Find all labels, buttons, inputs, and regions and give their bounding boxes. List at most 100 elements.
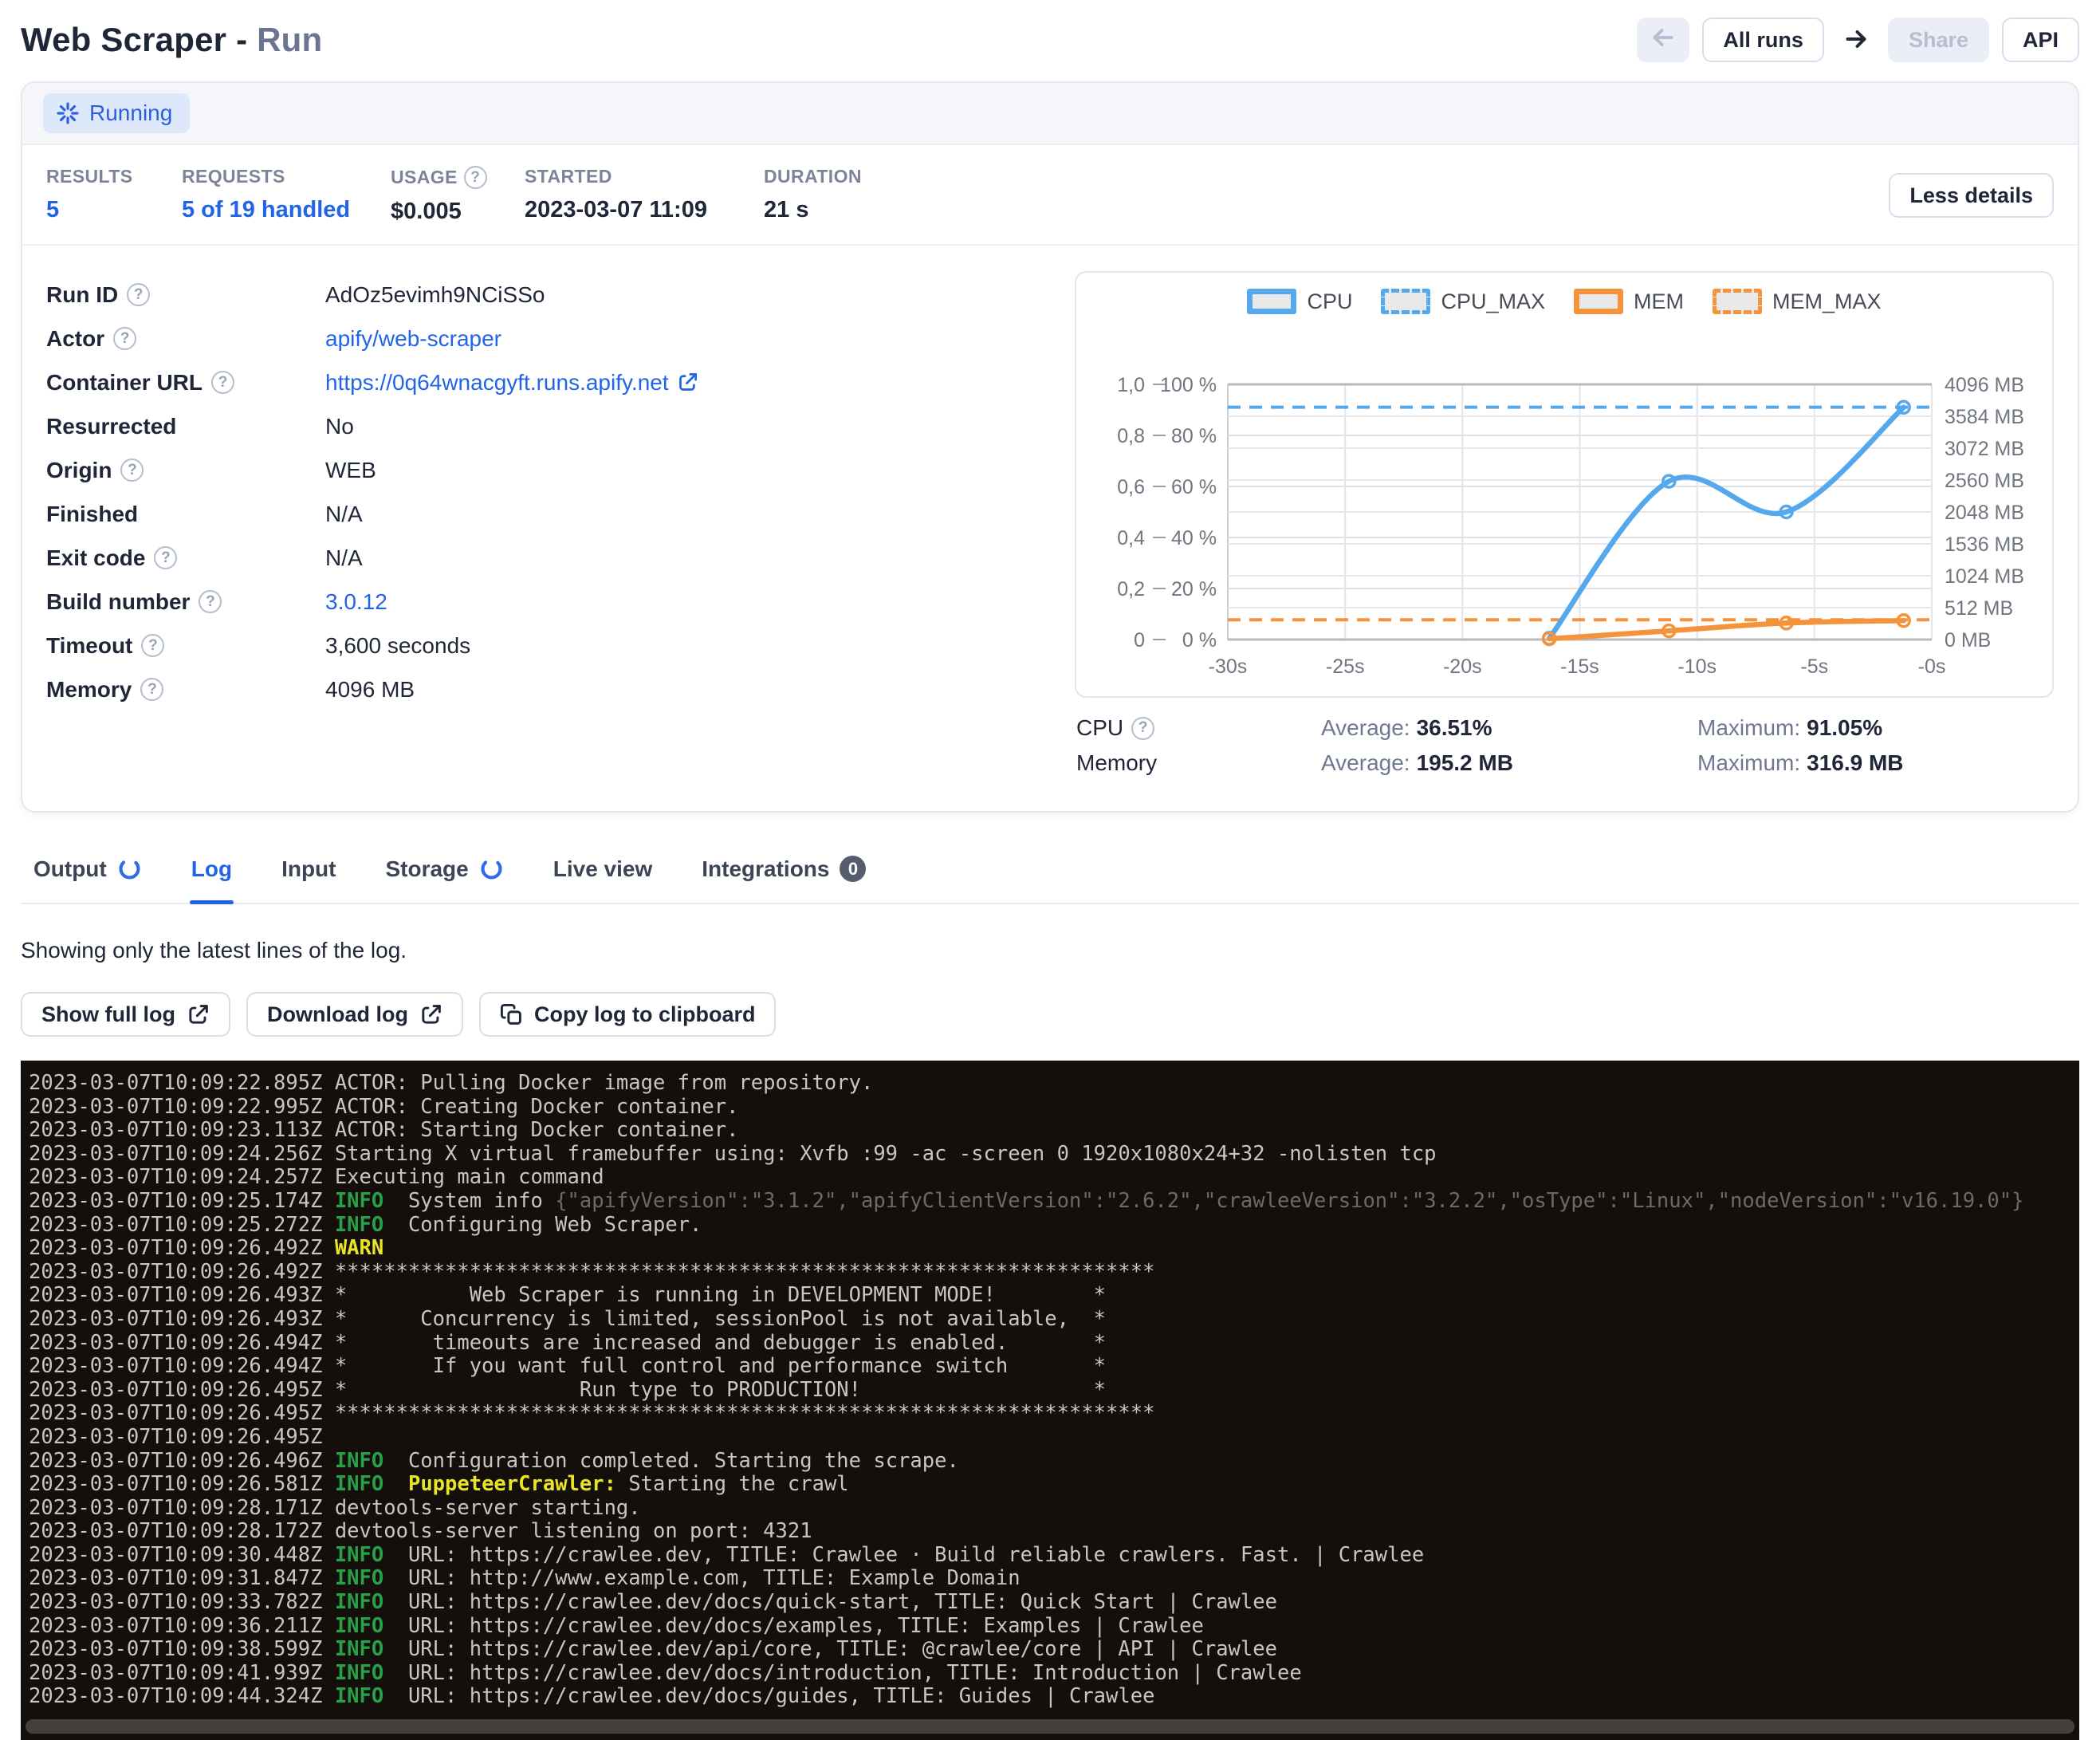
log-segment-plain xyxy=(322,1661,334,1685)
all-runs-button[interactable]: All runs xyxy=(1702,18,1824,62)
svg-text:-30s: -30s xyxy=(1209,655,1248,678)
run-detail-page: Web Scraper - Run All runs Share API Run… xyxy=(0,0,2100,1740)
spinner-icon xyxy=(117,856,142,881)
detail-value[interactable]: 3.0.12 xyxy=(325,589,387,615)
tab-label: Storage xyxy=(385,856,468,882)
log-timestamp: 2023-03-07T10:09:26.494Z xyxy=(29,1354,322,1378)
log-timestamp: 2023-03-07T10:09:28.171Z xyxy=(29,1496,322,1520)
log-line: 2023-03-07T10:09:26.494Z * timeouts are … xyxy=(29,1332,2071,1356)
detail-value-text: apify/web-scraper xyxy=(325,326,501,352)
log-timestamp: 2023-03-07T10:09:28.172Z xyxy=(29,1519,322,1543)
tab-log[interactable]: Log xyxy=(190,848,234,903)
help-icon[interactable] xyxy=(113,327,136,350)
stat-label-text: USAGE xyxy=(391,167,458,188)
legend-label: MEM xyxy=(1634,289,1684,314)
log-line: 2023-03-07T10:09:31.847Z INFO URL: http:… xyxy=(29,1567,2071,1591)
cpu-maximum: Maximum: 91.05% xyxy=(1697,715,1882,741)
detail-value-text: No xyxy=(325,414,354,439)
less-details-button[interactable]: Less details xyxy=(1889,173,2054,218)
arrow-left-icon xyxy=(1649,23,1677,57)
log-segment-plain: Starting the crawl xyxy=(616,1472,849,1496)
memory-maximum: Maximum:316.9 MB xyxy=(1697,750,1904,776)
help-icon[interactable] xyxy=(464,166,487,189)
detail-label: Memory xyxy=(46,677,325,703)
log-timestamp: 2023-03-07T10:09:26.496Z xyxy=(29,1449,322,1473)
log-line: 2023-03-07T10:09:24.257Z Executing main … xyxy=(29,1166,2071,1190)
log-segment-info: INFO xyxy=(335,1590,383,1614)
metrics-column: CPUCPU_MAXMEMMEM_MAX 1,00,80,60,40,20100… xyxy=(1075,258,2054,776)
help-icon[interactable] xyxy=(199,590,222,613)
log-line: 2023-03-07T10:09:26.495Z xyxy=(29,1426,2071,1450)
next-run-button[interactable] xyxy=(1837,25,1875,56)
log-timestamp: 2023-03-07T10:09:24.256Z xyxy=(29,1142,322,1166)
copy-log-to-clipboard-button[interactable]: Copy log to clipboard xyxy=(479,992,777,1037)
stat-value[interactable]: 5 xyxy=(46,197,182,223)
detail-row-timeout: Timeout3,600 seconds xyxy=(46,624,1075,667)
log-segment-plain: ACTOR: Starting Docker container. xyxy=(322,1118,738,1142)
help-icon[interactable] xyxy=(127,283,150,306)
detail-row-exit-code: Exit codeN/A xyxy=(46,536,1075,580)
detail-value: N/A xyxy=(325,545,363,571)
tab-label: Live view xyxy=(553,856,653,882)
detail-value[interactable]: https://0q64wnacgyft.runs.apify.net xyxy=(325,370,698,396)
cpu-maximum-value: 91.05% xyxy=(1807,715,1882,740)
tab-integrations[interactable]: Integrations0 xyxy=(700,848,867,903)
help-icon[interactable] xyxy=(154,546,177,569)
legend-label: CPU_MAX xyxy=(1441,289,1545,314)
log-segment-info: INFO xyxy=(335,1614,383,1638)
tab-label: Output xyxy=(33,856,107,882)
svg-text:-15s: -15s xyxy=(1560,655,1599,678)
log-line: 2023-03-07T10:09:25.272Z INFO Configurin… xyxy=(29,1214,2071,1238)
legend-item-cpu-max: CPU_MAX xyxy=(1381,289,1545,314)
svg-text:2048 MB: 2048 MB xyxy=(1945,502,2024,524)
help-icon[interactable] xyxy=(141,634,164,657)
log-segment-plain: * If you want full control and performan… xyxy=(322,1354,1106,1378)
help-icon[interactable] xyxy=(140,678,163,701)
svg-text:3584 MB: 3584 MB xyxy=(1945,406,2024,428)
cpu-maximum-label: Maximum: xyxy=(1697,715,1800,740)
help-icon[interactable] xyxy=(1131,717,1154,740)
svg-text:0,8: 0,8 xyxy=(1117,425,1145,447)
detail-value[interactable]: apify/web-scraper xyxy=(325,326,501,352)
help-icon[interactable] xyxy=(120,459,144,482)
legend-swatch-mem xyxy=(1574,289,1623,314)
cpu-summary-label: CPU xyxy=(1076,715,1321,741)
help-icon[interactable] xyxy=(211,371,234,394)
detail-value-text: 3,600 seconds xyxy=(325,633,470,659)
detail-row-build-number: Build number 3.0.12 xyxy=(46,580,1075,624)
detail-value-text: N/A xyxy=(325,545,363,571)
tab-live-view[interactable]: Live view xyxy=(552,848,655,903)
log-segment-plain: URL: http://www.example.com, TITLE: Exam… xyxy=(383,1566,1020,1590)
detail-value: 4096 MB xyxy=(325,677,415,703)
show-full-log-button[interactable]: Show full log xyxy=(21,992,230,1037)
download-log-button[interactable]: Download log xyxy=(246,992,463,1037)
detail-value-text: 3.0.12 xyxy=(325,589,387,615)
stat-label-text: RESULTS xyxy=(46,166,132,187)
detail-value-text: https://0q64wnacgyft.runs.apify.net xyxy=(325,370,669,396)
log-segment-plain: * Web Scraper is running in DEVELOPMENT … xyxy=(322,1283,1106,1307)
legend-swatch-cpu xyxy=(1247,289,1296,314)
page-title-separator: - xyxy=(226,21,257,58)
share-button: Share xyxy=(1888,18,1989,62)
tab-input[interactable]: Input xyxy=(280,848,337,903)
horizontal-scrollbar[interactable] xyxy=(26,1719,2074,1734)
log-segment-plain: Executing main command xyxy=(322,1165,604,1189)
detail-value: AdOz5evimh9NCiSSo xyxy=(325,282,545,308)
stat-value: $0.005 xyxy=(391,199,525,225)
stat-value[interactable]: 5 of 19 handled xyxy=(182,197,391,223)
tab-storage[interactable]: Storage xyxy=(383,848,505,903)
stat-label-text: STARTED xyxy=(525,166,612,187)
status-strip: Running xyxy=(22,83,2078,145)
log-segment-info: INFO xyxy=(335,1189,383,1213)
log-segment-plain: URL: https://crawlee.dev/api/core, TITLE… xyxy=(383,1637,1277,1661)
tab-output[interactable]: Output xyxy=(32,848,144,903)
detail-row-origin: OriginWEB xyxy=(46,448,1075,492)
api-button[interactable]: API xyxy=(2002,18,2079,62)
detail-label-text: Build number xyxy=(46,589,190,615)
log-segment-plain xyxy=(322,1684,334,1708)
memory-average-label: Average: xyxy=(1321,750,1410,775)
log-console[interactable]: 2023-03-07T10:09:22.895Z ACTOR: Pulling … xyxy=(21,1061,2079,1740)
svg-text:-20s: -20s xyxy=(1443,655,1482,678)
log-timestamp: 2023-03-07T10:09:26.494Z xyxy=(29,1331,322,1355)
svg-text:80 %: 80 % xyxy=(1171,425,1217,447)
